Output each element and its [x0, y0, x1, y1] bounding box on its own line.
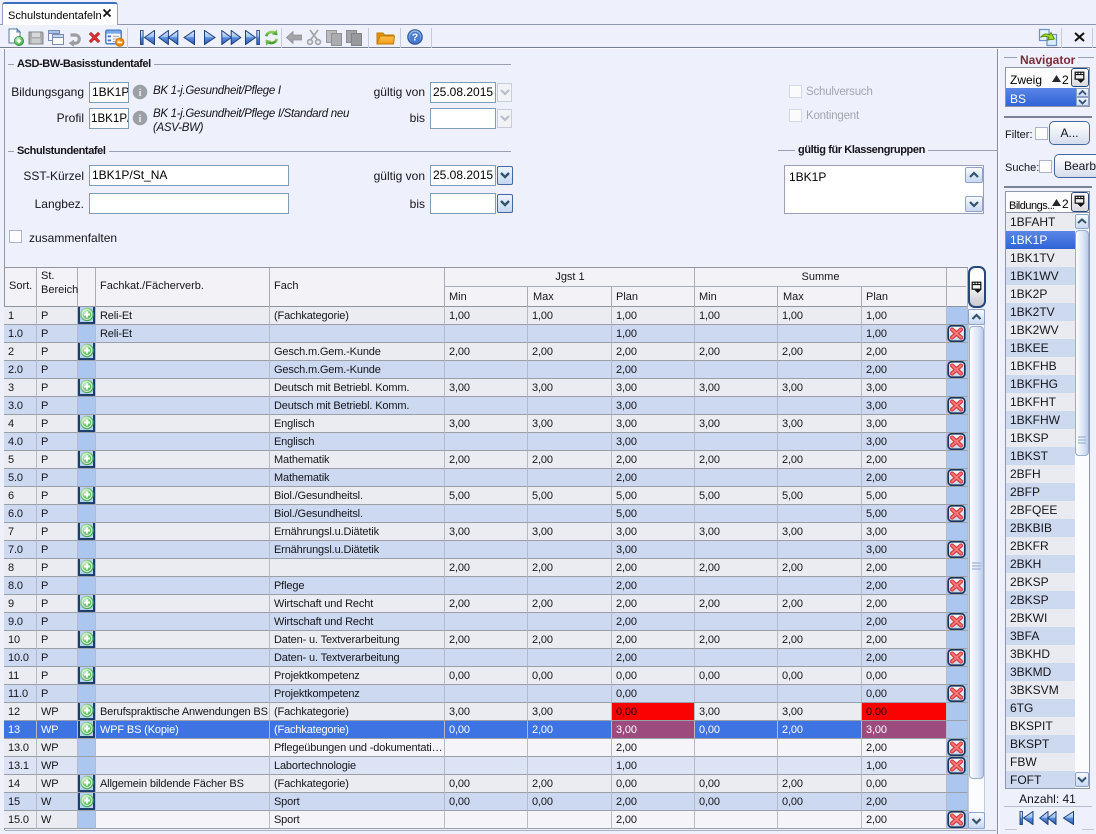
- svg-text:?: ?: [412, 32, 418, 44]
- svg-text:i: i: [138, 87, 141, 99]
- svg-text:i: i: [138, 113, 141, 125]
